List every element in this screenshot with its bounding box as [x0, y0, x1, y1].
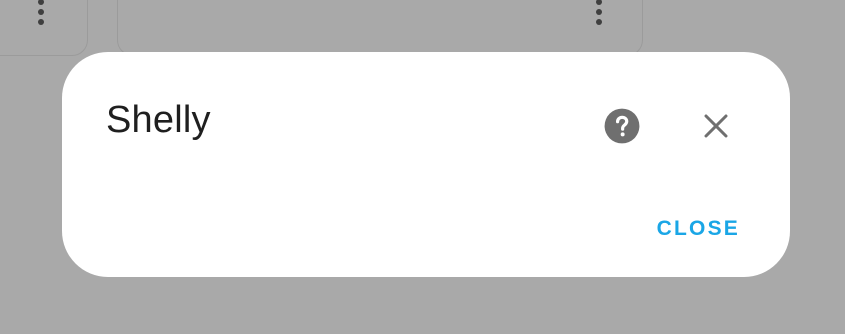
- integration-dialog: Shelly CLOSE: [62, 52, 790, 277]
- background-card: [117, 0, 643, 56]
- close-button[interactable]: CLOSE: [647, 212, 750, 246]
- help-circle-icon: [604, 108, 640, 144]
- more-vert-icon: [31, 0, 51, 33]
- more-vert-icon: [589, 0, 609, 33]
- help-button[interactable]: [602, 106, 642, 146]
- close-x-button[interactable]: [696, 106, 736, 146]
- dialog-title: Shelly: [106, 99, 211, 141]
- close-icon: [704, 114, 728, 138]
